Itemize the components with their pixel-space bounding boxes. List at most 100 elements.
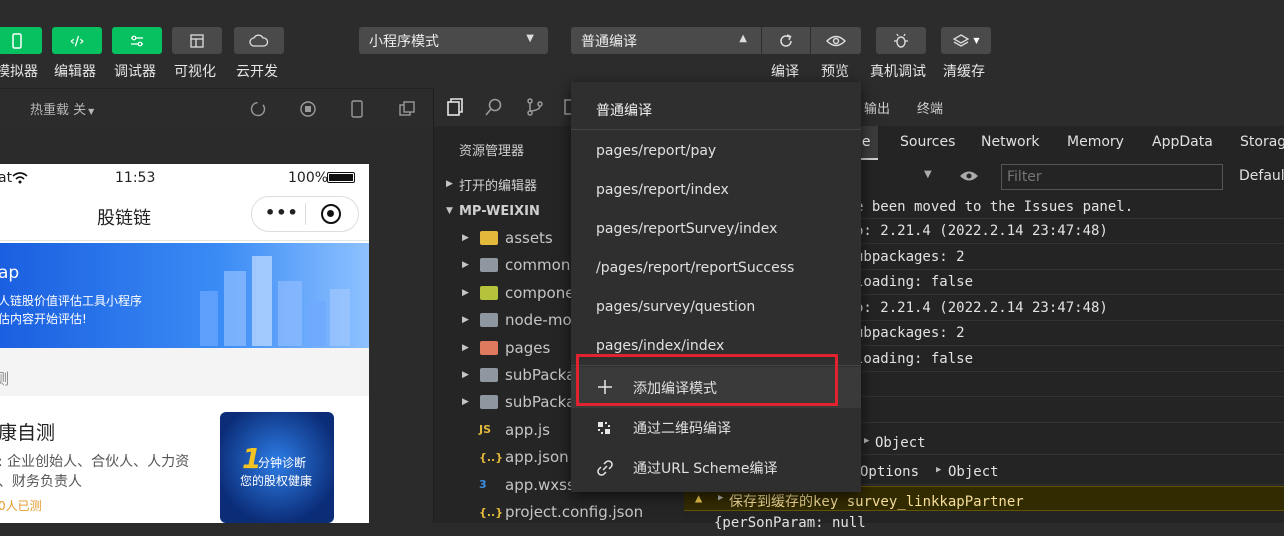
tab-memory[interactable]: Memory <box>1067 134 1124 150</box>
refresh-icon <box>780 33 792 47</box>
tab-appdata[interactable]: AppData <box>1152 134 1213 150</box>
dropdown-current-mode[interactable]: 普通编译 <box>571 90 861 129</box>
cloud-dev-label: 云开发 <box>236 64 278 80</box>
search-icon[interactable] <box>484 97 504 117</box>
stop-icon[interactable] <box>299 100 317 118</box>
chevron-right-icon: ▶ <box>462 233 469 243</box>
card-count: 0人已测 <box>0 499 42 513</box>
tab-terminal[interactable]: 终端 <box>917 98 943 117</box>
city-illustration <box>200 256 350 346</box>
console-line: {perSonParam: null <box>714 515 866 531</box>
compile-mode-item[interactable]: pages/report/pay <box>571 131 861 170</box>
compile-mode-value: 普通编译 <box>581 33 637 50</box>
wifi-icon <box>12 172 28 184</box>
folder-icon <box>480 313 498 328</box>
compile-button[interactable] <box>762 27 810 54</box>
rotate-icon[interactable] <box>249 100 267 118</box>
compile-mode-dropdown: 普通编译 pages/report/pay pages/report/index… <box>571 82 861 492</box>
chevron-right-icon: ▶ <box>462 315 469 326</box>
carrier-text: at <box>0 170 13 186</box>
tab-storage[interactable]: Storag <box>1240 134 1284 150</box>
banner[interactable]: ap 人链股价值评估工具小程序 估内容开始评估! <box>0 243 369 348</box>
context-dropdown-icon[interactable]: ▼ <box>924 169 932 180</box>
card-img-line-2: 您的股权健康 <box>240 474 313 488</box>
caret-down-icon: ▼ <box>973 36 980 45</box>
tab-output[interactable]: 输出 <box>864 98 890 117</box>
visual-label: 可视化 <box>174 64 216 80</box>
eye-icon[interactable] <box>959 169 979 183</box>
simulator-label: 模拟器 <box>0 64 38 80</box>
expand-arrow-icon[interactable]: ▶ <box>718 493 723 503</box>
qrcode-compile-item[interactable]: 通过二维码编译 <box>571 408 861 448</box>
folder-icon <box>480 340 498 355</box>
tab-sources[interactable]: Sources <box>900 134 955 150</box>
preview-button[interactable] <box>811 27 861 54</box>
folder-icon <box>480 285 498 300</box>
cloud-dev-button[interactable] <box>234 27 284 54</box>
url-scheme-compile-item[interactable]: 通过URL Scheme编译 <box>571 448 861 488</box>
simulator-toggle-button[interactable] <box>0 27 42 54</box>
debugger-label: 调试器 <box>114 64 156 80</box>
battery-icon <box>327 172 355 183</box>
tree-file[interactable]: {..} project.config.json <box>434 499 685 525</box>
preview-label: 预览 <box>821 64 849 80</box>
tree-item-label: app.json <box>505 448 569 467</box>
tree-item-label: app.js <box>505 420 550 439</box>
qrcode-icon <box>598 422 610 434</box>
main-toolbar: ‹/› 模拟器 编辑器 调试器 可视化 云开发 小程序模式 ▼ 普通编译 ▲ ▼… <box>0 0 1284 88</box>
tree-item-label: compone <box>505 283 575 302</box>
more-icon[interactable]: ••• <box>265 203 299 222</box>
compile-mode-select[interactable]: 普通编译 ▲ <box>571 27 761 54</box>
file-type-icon: {..} <box>479 450 504 464</box>
link-icon <box>597 460 613 476</box>
tree-item-label: subPacka <box>505 366 576 384</box>
remote-debug-button[interactable] <box>876 27 926 54</box>
visual-toggle-button[interactable] <box>172 27 222 54</box>
survey-card[interactable]: 康自测 : 企业创始人、合伙人、人力资 、财务负责人 0人已测 1 分钟诊断 您… <box>0 396 369 523</box>
compile-mode-item[interactable]: pages/survey/question <box>571 287 861 326</box>
debugger-toggle-button[interactable] <box>112 27 162 54</box>
tab-network[interactable]: Network <box>981 134 1039 150</box>
log-levels-select[interactable]: Default <box>1239 168 1284 184</box>
expand-arrow-icon[interactable]: ▶ <box>936 465 941 475</box>
time-text: 11:53 <box>115 170 156 186</box>
open-editors-label: 打开的编辑器 <box>459 178 538 194</box>
card-desc-1: : 企业创始人、合伙人、人力资 <box>0 454 190 470</box>
chevron-right-icon: ▶ <box>446 179 453 189</box>
card-desc-2: 、财务负责人 <box>0 474 82 490</box>
status-bar: at 11:53 100% <box>0 164 369 192</box>
popout-icon[interactable] <box>398 100 416 118</box>
chevron-right-icon: ▶ <box>462 397 469 408</box>
source-control-icon[interactable] <box>525 97 545 117</box>
compile-mode-item[interactable]: pages/reportSurvey/index <box>571 209 861 248</box>
folder-icon <box>480 258 498 273</box>
folder-icon <box>480 395 498 410</box>
capsule-menu[interactable]: ••• <box>251 196 359 232</box>
section-header: 测 <box>0 348 369 396</box>
mode-select[interactable]: 小程序模式 ▼ <box>359 27 548 54</box>
hot-reload-label: 热重载 关 <box>30 103 87 118</box>
simulator-toolbar: 热重载 关 ▼ <box>0 88 433 127</box>
expand-arrow-icon[interactable]: ▶ <box>864 436 869 446</box>
remote-debug-label: 真机调试 <box>870 64 926 80</box>
explorer-title: 资源管理器 <box>459 144 525 159</box>
caret-up-icon: ▲ <box>739 33 747 44</box>
compile-label: 编译 <box>771 64 799 80</box>
code-icon: ‹/› <box>69 33 85 48</box>
nav-bar: 股链链 ••• <box>0 192 369 241</box>
file-type-icon: JS <box>479 423 492 437</box>
editor-toggle-button[interactable]: ‹/› <box>52 27 102 54</box>
compile-mode-item[interactable]: pages/report/index <box>571 170 861 209</box>
card-img-line-1: 分钟诊断 <box>258 456 307 470</box>
device-icon[interactable] <box>350 100 364 118</box>
hot-reload-toggle[interactable]: 热重载 关 ▼ <box>30 99 94 118</box>
clear-cache-button[interactable]: ▼ <box>941 27 991 54</box>
warning-icon: ▲ <box>695 491 703 505</box>
files-icon[interactable] <box>445 97 465 117</box>
compile-mode-item[interactable]: /pages/report/reportSuccess <box>571 248 861 287</box>
close-capsule-icon[interactable] <box>321 204 341 224</box>
clear-cache-label: 清缓存 <box>943 64 985 80</box>
editor-label: 编辑器 <box>54 64 96 80</box>
chevron-down-icon: ▼ <box>446 206 453 216</box>
console-filter-input[interactable] <box>1001 164 1223 190</box>
